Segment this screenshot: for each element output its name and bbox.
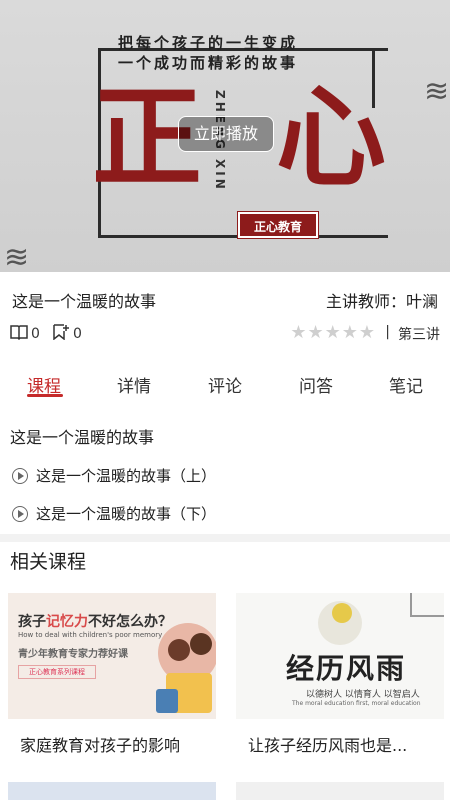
bookmark-add-icon [52,324,73,344]
course-caption: 让孩子经历风雨也是... [248,736,408,755]
related-course-card-partial[interactable] [8,782,216,800]
play-circle-icon [12,467,28,484]
favorites-count: 0 [73,326,82,342]
info-separator: | [385,324,390,340]
banner-motto: 把每个孩子的一生变成 一个成功而精彩的故事 [118,33,298,73]
related-course-card[interactable]: 孩子记忆力不好怎么办？ How to deal with children's … [8,593,216,756]
related-courses-title: 相关课程 [10,551,87,573]
views-stat[interactable]: 0 [10,324,40,344]
tab-bar: 课程 详情 评论 问答 笔记 [0,366,450,406]
teacher-name: 主讲教师：叶澜 [325,292,438,311]
tab-notes[interactable]: 笔记 [389,372,423,397]
favorites-stat[interactable]: 0 [52,324,82,344]
course-heading: 这是一个温暖的故事 [10,428,155,447]
cloud-ornament-icon: ≋ [424,74,450,109]
banner-char-xin: 心 [276,73,386,202]
flower-illustration [332,603,352,623]
related-course-card[interactable]: 经历风雨 以德树人 以情育人 以智启人 The moral education … [236,593,444,756]
section-divider [0,534,450,542]
motto-line-2: 一个成功而精彩的故事 [118,54,299,72]
video-banner[interactable]: ≋ ≋ 把每个孩子的一生变成 一个成功而精彩的故事 正 ZHENG XIN 心 … [0,0,450,272]
thumb-tag: 正心教育系列课程 [18,665,96,679]
thumb-english-line: How to deal with children's poor memory [18,631,163,639]
thumb-english-line: The moral education first, moral educati… [292,700,421,707]
banner-stamp: 正心教育 [237,211,319,239]
thumb-headline: 孩子记忆力不好怎么办？ [18,611,172,631]
course-thumbnail: 孩子记忆力不好怎么办？ How to deal with children's … [8,593,216,719]
tab-comments[interactable]: 评论 [208,372,242,397]
course-thumbnail: 经历风雨 以德树人 以情育人 以智启人 The moral education … [236,593,444,719]
chapter-label: 这是一个温暖的故事（下） [36,505,217,523]
corner-ornament [410,593,444,617]
play-now-button[interactable]: 立即播放 [178,116,274,152]
tab-qa[interactable]: 问答 [299,372,333,397]
lesson-info: 这是一个温暖的故事 主讲教师：叶澜 0 0 ★★★★★ | 第三讲 [0,272,450,352]
lesson-title: 这是一个温暖的故事 [12,292,157,311]
chapter-item[interactable]: 这是一个温暖的故事（下） [12,503,216,524]
course-caption: 家庭教育对孩子的影响 [20,736,181,755]
thumb-headline-part: 孩子 [18,614,46,630]
tab-details[interactable]: 详情 [117,372,151,397]
play-circle-icon [12,505,28,522]
thumb-subtitle: 以德树人 以情育人 以智启人 [306,690,420,700]
motto-line-1: 把每个孩子的一生变成 [118,34,299,52]
thumb-subtitle: 青少年教育专家力荐好课 [18,649,128,660]
thumb-headline-part: 不好怎么办？ [88,614,172,630]
views-count: 0 [31,326,40,342]
thumb-headline-highlight: 记忆力 [46,614,88,630]
rating-stars[interactable]: ★★★★★ [290,322,376,343]
cloud-ornament-icon: ≋ [4,240,30,272]
lecture-number: 第三讲 [398,327,440,343]
thumb-title: 经历风雨 [286,652,407,685]
related-course-card-partial[interactable] [236,782,444,800]
chapter-item[interactable]: 这是一个温暖的故事（上） [12,465,216,486]
chapter-label: 这是一个温暖的故事（上） [36,467,217,485]
book-icon [10,324,31,344]
active-tab-indicator [27,394,63,397]
